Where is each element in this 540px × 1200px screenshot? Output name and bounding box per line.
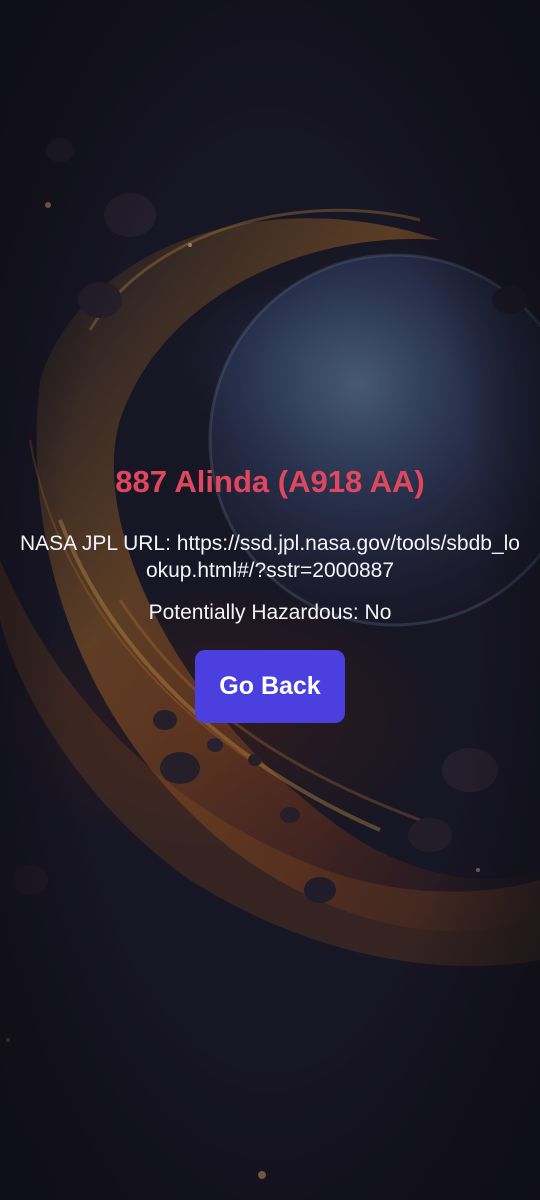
details-screen: 887 Alinda (A918 AA) NASA JPL URL: https… [0,0,540,1200]
hazard-status-text: Potentially Hazardous: No [148,601,392,624]
asteroid-title: 887 Alinda (A918 AA) [115,464,425,499]
details-content: 887 Alinda (A918 AA) NASA JPL URL: https… [0,462,540,723]
nasa-jpl-url-text: NASA JPL URL: https://ssd.jpl.nasa.gov/t… [20,532,520,582]
go-back-button[interactable]: Go Back [195,650,345,723]
